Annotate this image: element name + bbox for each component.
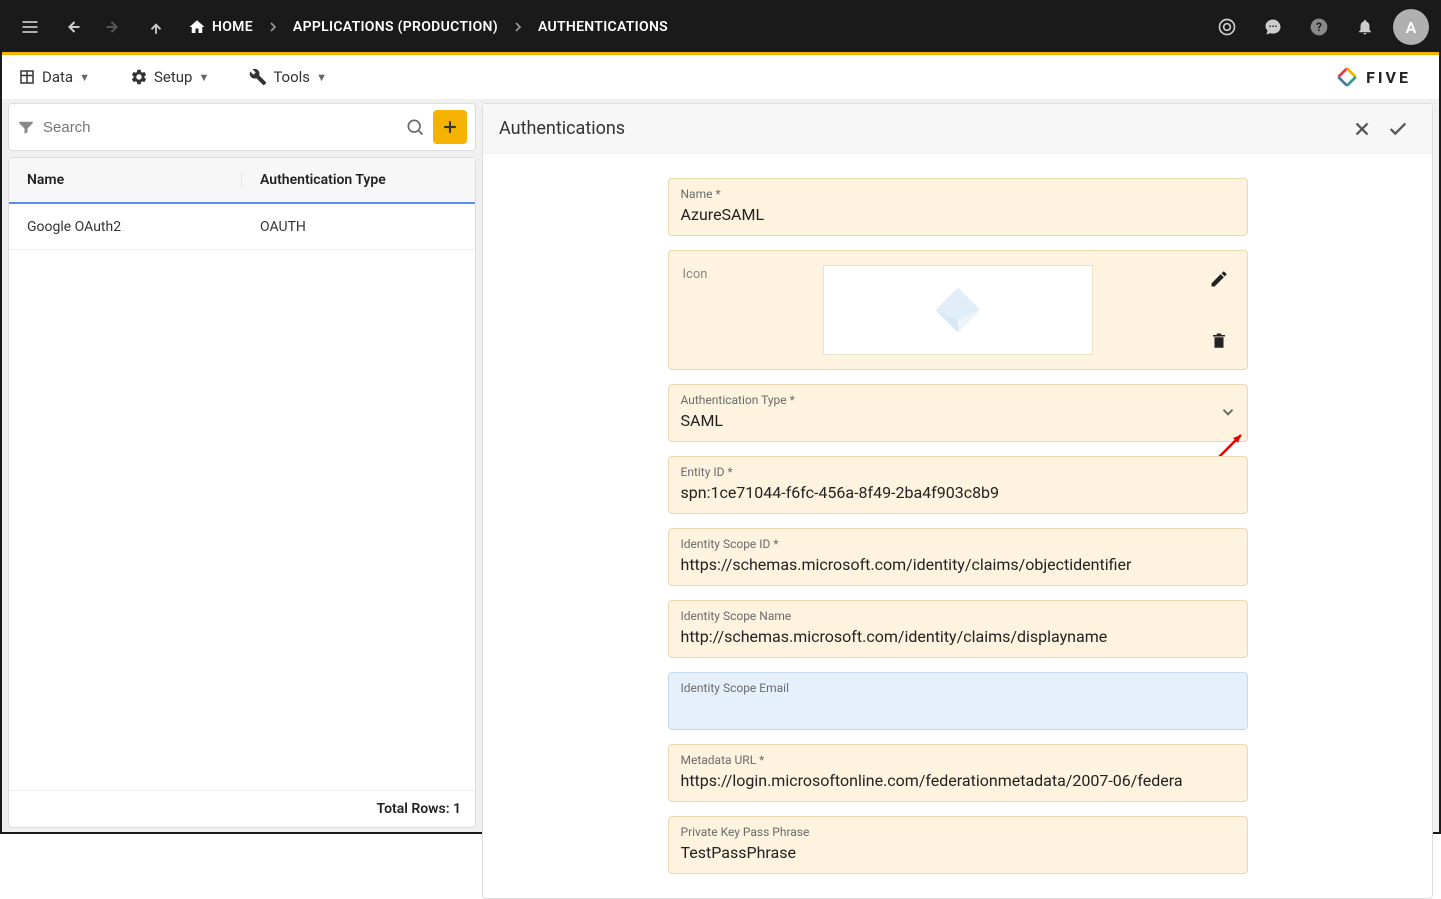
field-metadata-label: Metadata URL * — [681, 753, 1235, 767]
close-icon — [1351, 118, 1373, 140]
up-icon[interactable] — [138, 9, 174, 45]
field-scope-name[interactable]: Identity Scope Name http://schemas.micro… — [668, 600, 1248, 658]
menu-data[interactable]: Data ▼ — [18, 68, 90, 86]
total-rows: Total Rows: 1 — [9, 790, 475, 827]
svg-text:?: ? — [1316, 20, 1322, 34]
field-scope-name-value: http://schemas.microsoft.com/identity/cl… — [681, 627, 1235, 647]
field-scope-email-label: Identity Scope Email — [681, 681, 1235, 695]
cell-name: Google OAuth2 — [9, 219, 242, 235]
back-icon[interactable] — [54, 9, 90, 45]
menu-setup-label: Setup — [154, 68, 192, 86]
field-auth-type[interactable]: Authentication Type * SAML — [668, 384, 1248, 442]
breadcrumb-home[interactable]: HOME — [206, 19, 259, 35]
table-row[interactable]: Google OAuth2 OAUTH — [9, 204, 475, 250]
field-entity-id[interactable]: Entity ID * spn:1ce71044-f6fc-456a-8f49-… — [668, 456, 1248, 514]
field-passphrase-label: Private Key Pass Phrase — [681, 825, 1235, 839]
column-type[interactable]: Authentication Type — [242, 172, 475, 188]
field-icon: Icon — [668, 250, 1248, 370]
menu-tools[interactable]: Tools ▼ — [249, 68, 327, 86]
search-input[interactable] — [43, 119, 397, 136]
search-row — [8, 103, 476, 151]
left-panel: Name Authentication Type Google OAuth2 O… — [2, 99, 482, 832]
add-button[interactable] — [433, 110, 467, 144]
field-name[interactable]: Name * AzureSAML — [668, 178, 1248, 236]
chevron-down-icon: ▼ — [198, 71, 209, 84]
brand: FIVE — [1334, 64, 1423, 90]
field-metadata-value: https://login.microsoftonline.com/federa… — [681, 771, 1235, 791]
search-icon[interactable] — [405, 117, 425, 137]
delete-icon-button[interactable] — [1205, 327, 1233, 355]
menu-setup[interactable]: Setup ▼ — [130, 68, 209, 86]
save-button[interactable] — [1380, 111, 1416, 147]
table-body: Google OAuth2 OAUTH — [9, 204, 475, 790]
field-entity-id-label: Entity ID * — [681, 465, 1235, 479]
field-auth-type-value: SAML — [681, 411, 1235, 431]
breadcrumb: HOME APPLICATIONS (PRODUCTION) AUTHENTIC… — [188, 18, 674, 36]
breadcrumb-authentications[interactable]: AUTHENTICATIONS — [532, 19, 674, 35]
home-icon — [188, 18, 206, 36]
gear-icon — [130, 68, 148, 86]
bell-icon[interactable] — [1347, 9, 1383, 45]
field-name-value: AzureSAML — [681, 205, 1235, 225]
detail-title: Authentications — [499, 118, 625, 139]
field-scope-email[interactable]: Identity Scope Email — [668, 672, 1248, 730]
tools-icon — [249, 68, 267, 86]
cell-type: OAUTH — [242, 219, 475, 235]
menu-icon[interactable] — [12, 9, 48, 45]
chevron-down-icon — [1219, 403, 1237, 425]
icon-preview — [823, 265, 1093, 355]
field-scope-name-label: Identity Scope Name — [681, 609, 1235, 623]
field-name-label: Name * — [681, 187, 1235, 201]
chevron-down-icon: ▼ — [79, 71, 90, 84]
field-scope-email-value — [681, 699, 1235, 719]
close-button[interactable] — [1344, 111, 1380, 147]
chat-icon[interactable] — [1255, 9, 1291, 45]
edit-icon-button[interactable] — [1205, 265, 1233, 293]
forward-icon — [96, 9, 132, 45]
menu-bar: Data ▼ Setup ▼ Tools ▼ FIVE — [2, 55, 1439, 99]
chevron-right-icon — [504, 19, 532, 35]
field-icon-label: Icon — [683, 265, 803, 355]
field-auth-type-label: Authentication Type * — [681, 393, 1235, 407]
avatar[interactable]: A — [1393, 9, 1429, 45]
list-card: Name Authentication Type Google OAuth2 O… — [8, 157, 476, 828]
chevron-down-icon: ▼ — [316, 71, 327, 84]
menu-tools-label: Tools — [273, 68, 310, 86]
icon-actions — [1205, 265, 1233, 355]
field-passphrase[interactable]: Private Key Pass Phrase TestPassPhrase — [668, 816, 1248, 874]
cloud-icon[interactable] — [1209, 9, 1245, 45]
detail-header: Authentications — [483, 104, 1432, 154]
detail-card: Authentications Name * AzureSAML Icon — [482, 103, 1433, 899]
menu-data-label: Data — [42, 68, 73, 86]
table-icon — [18, 68, 36, 86]
trash-icon — [1210, 332, 1228, 350]
check-icon — [1387, 118, 1409, 140]
breadcrumb-applications[interactable]: APPLICATIONS (PRODUCTION) — [287, 19, 504, 35]
table-header: Name Authentication Type — [9, 158, 475, 204]
plus-icon — [440, 117, 460, 137]
topbar-left: HOME APPLICATIONS (PRODUCTION) AUTHENTIC… — [12, 9, 674, 45]
field-scope-id-value: https://schemas.microsoft.com/identity/c… — [681, 555, 1235, 575]
form-scroll[interactable]: Name * AzureSAML Icon — [483, 154, 1432, 898]
column-name[interactable]: Name — [9, 172, 242, 188]
help-icon[interactable]: ? — [1301, 9, 1337, 45]
brand-text: FIVE — [1366, 68, 1411, 87]
brand-icon — [1334, 64, 1360, 90]
chevron-right-icon — [259, 19, 287, 35]
right-panel: Authentications Name * AzureSAML Icon — [482, 99, 1439, 832]
field-metadata[interactable]: Metadata URL * https://login.microsofton… — [668, 744, 1248, 802]
field-passphrase-value: TestPassPhrase — [681, 843, 1235, 863]
main-area: Name Authentication Type Google OAuth2 O… — [2, 99, 1439, 832]
field-scope-id-label: Identity Scope ID * — [681, 537, 1235, 551]
topbar-right: ? A — [1209, 9, 1429, 45]
pencil-icon — [1209, 269, 1229, 289]
field-scope-id[interactable]: Identity Scope ID * https://schemas.micr… — [668, 528, 1248, 586]
diamond-icon — [928, 280, 988, 340]
field-entity-id-value: spn:1ce71044-f6fc-456a-8f49-2ba4f903c8b9 — [681, 483, 1235, 503]
filter-icon[interactable] — [17, 118, 35, 136]
topbar: HOME APPLICATIONS (PRODUCTION) AUTHENTIC… — [2, 2, 1439, 52]
